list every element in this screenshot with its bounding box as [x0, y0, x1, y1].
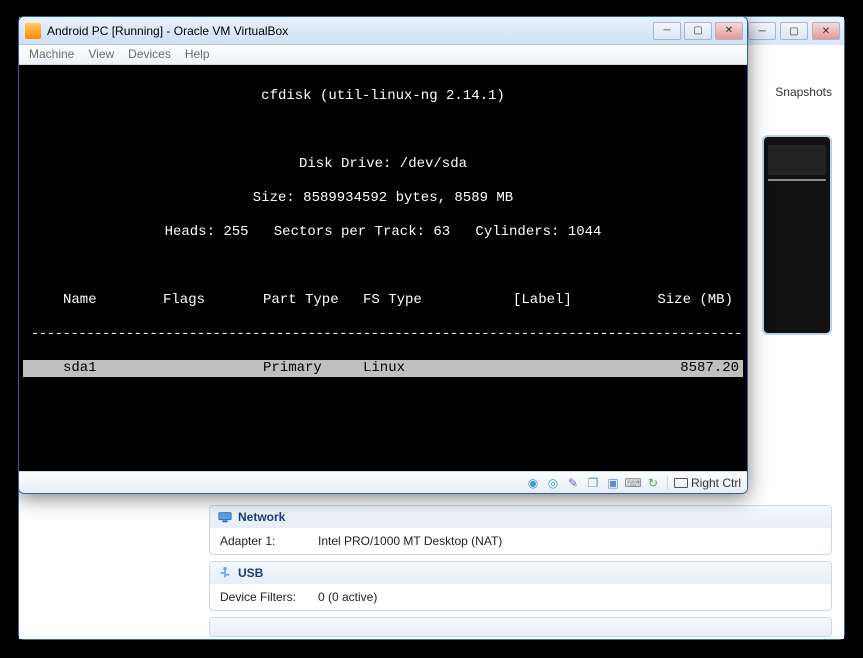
blank-line	[23, 428, 743, 445]
section-network-header[interactable]: Network	[210, 506, 831, 528]
usb-filters-label: Device Filters:	[220, 590, 310, 604]
cfdisk-header-row: NameFlagsPart TypeFS Type[Label]Size (MB…	[23, 292, 743, 309]
virtualbox-app-icon	[25, 23, 41, 39]
menu-devices[interactable]: Devices	[128, 47, 171, 62]
adapter1-label: Adapter 1:	[220, 534, 310, 548]
cfdisk-partition-list: sda1PrimaryLinux8587.20	[23, 360, 743, 377]
mouse-captured-icon[interactable]: ▣	[605, 475, 621, 491]
blank-line	[23, 122, 743, 139]
menu-help[interactable]: Help	[185, 47, 210, 62]
section-usb-body: Device Filters: 0 (0 active)	[210, 584, 831, 610]
blank-line	[23, 394, 743, 411]
guest-terminal[interactable]: cfdisk (util-linux-ng 2.14.1) Disk Drive…	[19, 65, 747, 471]
section-usb-title: USB	[238, 566, 263, 580]
vm-menubar: Machine View Devices Help	[19, 45, 747, 65]
hdr-parttype: Part Type	[263, 292, 363, 309]
bg-minimize-button[interactable]: ─	[748, 22, 776, 40]
usb-icon	[218, 566, 232, 580]
hdr-name: Name	[63, 292, 163, 309]
bg-tabs: Snapshots	[775, 85, 832, 99]
section-network-title: Network	[238, 510, 285, 524]
hostkey-label: Right Ctrl	[691, 476, 741, 490]
vm-minimize-button[interactable]: ─	[653, 22, 681, 40]
section-usb: USB Device Filters: 0 (0 active)	[209, 561, 832, 611]
cfdisk-program-line: cfdisk (util-linux-ng 2.14.1)	[23, 88, 743, 105]
blank-line	[23, 258, 743, 275]
menu-machine[interactable]: Machine	[29, 47, 74, 62]
shared-folder-icon[interactable]: ✎	[565, 475, 581, 491]
hostkey-indicator[interactable]: Right Ctrl	[667, 476, 741, 490]
vm-preview-thumbnail[interactable]	[762, 135, 832, 335]
hard-disk-icon[interactable]: ◎	[545, 475, 561, 491]
section-shared-folders	[209, 617, 832, 637]
section-usb-header[interactable]: USB	[210, 562, 831, 584]
hdr-flags: Flags	[163, 292, 263, 309]
usb-filters-value: 0 (0 active)	[318, 590, 377, 604]
cfdisk-drive-line: Disk Drive: /dev/sda	[23, 156, 743, 173]
vm-statusbar: ◉ ◎ ✎ ❐ ▣ ⌨ ↻ Right Ctrl	[19, 471, 747, 493]
vm-titlebar[interactable]: Android PC [Running] - Oracle VM Virtual…	[19, 17, 747, 45]
arrow-down-icon	[674, 478, 688, 488]
vm-details-panel: Network Adapter 1: Intel PRO/1000 MT Des…	[209, 505, 832, 643]
section-sf-header[interactable]	[210, 618, 831, 636]
adapter1-value: Intel PRO/1000 MT Desktop (NAT)	[318, 534, 502, 548]
section-network: Network Adapter 1: Intel PRO/1000 MT Des…	[209, 505, 832, 555]
vm-window-title: Android PC [Running] - Oracle VM Virtual…	[47, 24, 650, 38]
keyboard-icon[interactable]: ⌨	[625, 475, 641, 491]
tab-snapshots[interactable]: Snapshots	[775, 85, 832, 99]
network-icon	[218, 510, 232, 524]
vm-window: Android PC [Running] - Oracle VM Virtual…	[18, 16, 748, 494]
bg-maximize-button[interactable]: ▢	[780, 22, 808, 40]
section-network-body: Adapter 1: Intel PRO/1000 MT Desktop (NA…	[210, 528, 831, 554]
cfdisk-geometry-line: Heads: 255 Sectors per Track: 63 Cylinde…	[23, 224, 743, 241]
vm-close-button[interactable]: ✕	[715, 22, 743, 40]
partition-row[interactable]: sda1PrimaryLinux8587.20	[23, 360, 743, 377]
display-icon[interactable]: ❐	[585, 475, 601, 491]
hdr-size: Size (MB)	[633, 292, 733, 309]
video-capture-icon[interactable]: ↻	[645, 475, 661, 491]
cfdisk-size-line: Size: 8589934592 bytes, 8589 MB	[23, 190, 743, 207]
vm-maximize-button[interactable]: ▢	[684, 22, 712, 40]
bg-close-button[interactable]: ✕	[812, 22, 840, 40]
menu-view[interactable]: View	[88, 47, 114, 62]
optical-disc-icon[interactable]: ◉	[525, 475, 541, 491]
hdr-fstype: FS Type	[363, 292, 513, 309]
cfdisk-divider: ----------------------------------------…	[23, 326, 743, 343]
blank-line	[23, 462, 743, 471]
hdr-label: [Label]	[513, 292, 633, 309]
